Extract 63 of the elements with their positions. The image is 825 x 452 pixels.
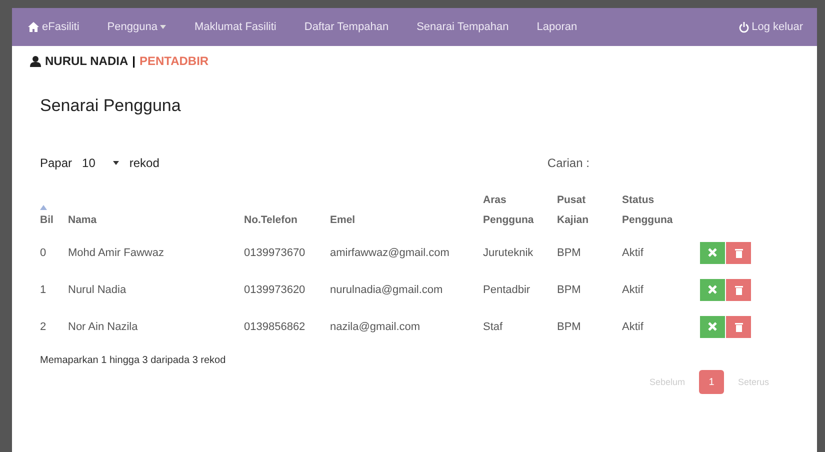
column-header[interactable]: Bil	[40, 210, 60, 230]
column-header[interactable]: Nama	[68, 210, 236, 230]
table-cell: Aktif	[622, 320, 644, 332]
table-cell: BPM	[557, 284, 581, 296]
column-header[interactable]: Status Pengguna	[622, 190, 692, 230]
user-role: PENTADBIR	[139, 54, 209, 68]
column-header[interactable]: Pusat Kajian	[557, 190, 614, 230]
trash-icon	[734, 248, 742, 258]
table-cell: 0139973620	[244, 284, 306, 296]
trash-icon	[734, 322, 742, 332]
table-cell: nazila@gmail.com	[330, 320, 420, 332]
nav-item[interactable]: Maklumat Fasiliti	[194, 21, 276, 33]
table-cell: 0139973670	[244, 246, 306, 258]
column-header[interactable]: Aras Pengguna	[483, 190, 549, 230]
table-cell: Aktif	[622, 284, 644, 296]
user-icon	[30, 56, 41, 66]
delete-button[interactable]	[726, 316, 751, 338]
table-cell: Juruteknik	[483, 246, 534, 258]
length-label: rekod	[129, 156, 160, 170]
delete-button[interactable]	[726, 242, 751, 264]
logout-link[interactable]: Log keluar	[738, 21, 803, 33]
table-cell: BPM	[557, 246, 581, 258]
separator: |	[132, 54, 136, 68]
column-header[interactable]: No.Telefon	[244, 210, 322, 230]
caret-icon	[113, 161, 120, 165]
table-cell: Nor Ain Nazila	[68, 320, 138, 332]
table-cell: 2	[40, 320, 46, 332]
nav-item[interactable]: Laporan	[536, 21, 578, 33]
table-cell: amirfawwaz@gmail.com	[330, 246, 450, 258]
deactivate-button[interactable]	[700, 242, 725, 264]
table-cell: Nurul Nadia	[68, 284, 126, 296]
table-cell: 1	[40, 284, 46, 296]
page-title: Senarai Pengguna	[40, 96, 182, 116]
delete-button[interactable]	[726, 278, 751, 300]
close-icon	[708, 285, 717, 294]
length-select[interactable]: 10	[78, 154, 124, 172]
table-cell: Mohd Amir Fawwaz	[68, 246, 164, 258]
brand-link[interactable]: eFasiliti	[28, 21, 80, 33]
caret-icon	[160, 25, 166, 29]
table-cell: BPM	[557, 320, 581, 332]
user-name: NURUL NADIA	[45, 54, 128, 68]
deactivate-button[interactable]	[700, 316, 725, 338]
home-icon	[28, 22, 39, 32]
sort-icon	[40, 205, 47, 210]
table-info: Memaparkan 1 hingga 3 daripada 3 rekod	[40, 355, 227, 366]
close-icon	[708, 322, 717, 331]
power-icon	[738, 22, 749, 32]
table-cell: Aktif	[622, 246, 644, 258]
table-cell: 0139856862	[244, 320, 306, 332]
length-label: Papar	[40, 156, 72, 170]
deactivate-button[interactable]	[700, 278, 725, 300]
nav-item[interactable]: Daftar Tempahan	[304, 21, 389, 33]
page-button[interactable]: 1	[698, 370, 724, 394]
nav-item[interactable]: Senarai Tempahan	[416, 21, 509, 33]
column-header[interactable]: Emel	[330, 210, 475, 230]
table-cell: nurulnadia@gmail.com	[330, 284, 443, 296]
table-cell: 0	[40, 246, 46, 258]
table-cell: Staf	[483, 320, 503, 332]
search-label: Carian :	[547, 156, 590, 170]
close-icon	[708, 248, 717, 257]
nav-item[interactable]: Pengguna	[107, 21, 166, 33]
trash-icon	[734, 284, 742, 294]
table-cell: Pentadbir	[483, 284, 530, 296]
